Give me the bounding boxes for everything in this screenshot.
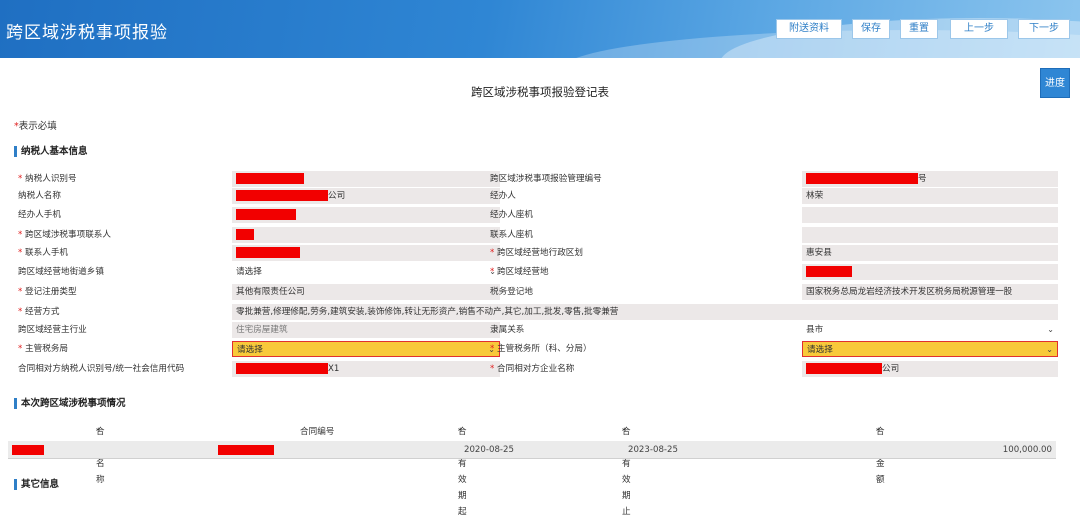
field-label: 经办人手机 [18, 210, 61, 220]
tax-registration-place-field[interactable]: 国家税务总局龙岩经济技术开发区税务局税源管理一股 [802, 284, 1058, 300]
form-row: * 跨区域涉税事项联系人 联系人座机 [14, 227, 1058, 243]
redaction [236, 209, 296, 220]
street-select[interactable]: 请选择 ⌄ [232, 264, 500, 280]
form-row: * 纳税人识别号 跨区域涉税事项报验管理编号 号 [14, 171, 1058, 187]
field-label: 经办人 [490, 191, 516, 201]
section-contract-info: 本次跨区域涉税事项情况 [14, 398, 126, 409]
header-bar: 跨区域涉税事项报验 附送资料 保存 重置 上一步 下一步 [0, 0, 1080, 58]
reset-button[interactable]: 重置 [900, 19, 938, 39]
field-label: * 跨区域经营地 [490, 267, 549, 277]
handler-mobile-field[interactable] [232, 207, 500, 223]
business-mode-field[interactable]: 零批兼营,修理修配,劳务,建筑安装,装饰修饰,转让无形资产,销售不动产,其它,加… [232, 304, 1058, 320]
contact-person-field[interactable] [232, 227, 500, 243]
form-row: * 登记注册类型 其他有限责任公司 税务登记地 国家税务总局龙岩经济技术开发区税… [14, 284, 1058, 300]
form-row: 合同相对方纳税人识别号/统一社会信用代码 X1 * 合同相对方企业名称 公司 [14, 361, 1058, 377]
form-row: 经办人手机 经办人座机 [14, 207, 1058, 223]
report-number-field[interactable]: 号 [802, 171, 1058, 187]
tax-bureau-select[interactable]: 请选择 ⌄ [232, 341, 500, 357]
redaction [236, 247, 300, 258]
redaction [236, 190, 328, 201]
field-label: * 主管税务局 [18, 344, 69, 354]
field-label: 税务登记地 [490, 287, 533, 297]
affiliation-select[interactable]: 县市 ⌄ [802, 322, 1058, 338]
counterparty-name-field[interactable]: 公司 [802, 361, 1058, 377]
attach-docs-button[interactable]: 附送资料 [776, 19, 842, 39]
counterparty-id-field[interactable]: X1 [232, 361, 500, 377]
contact-phone-field[interactable] [802, 227, 1058, 243]
table-row[interactable]: 2020-08-25 2023-08-25 100,000.00 [8, 441, 1056, 459]
redaction [236, 173, 304, 184]
redaction [236, 229, 254, 240]
app-title: 跨区域涉税事项报验 [6, 23, 168, 43]
field-label: * 登记注册类型 [18, 287, 77, 297]
field-label: * 跨区域涉税事项联系人 [18, 230, 111, 240]
contract-amount-cell: 100,000.00 [1002, 445, 1052, 455]
prev-step-button[interactable]: 上一步 [950, 19, 1008, 39]
main-industry-field[interactable]: 住宅房屋建筑 [232, 322, 500, 338]
required-note-text: 表示必填 [18, 121, 57, 132]
save-button[interactable]: 保存 [852, 19, 890, 39]
required-note: *表示必填 [14, 118, 57, 132]
next-step-button[interactable]: 下一步 [1018, 19, 1070, 39]
form-row: * 联系人手机 * 跨区域经营地行政区划 惠安县 [14, 245, 1058, 261]
taxpayer-id-field[interactable] [232, 171, 500, 187]
field-label: 合同相对方纳税人识别号/统一社会信用代码 [18, 364, 185, 374]
field-label: 跨区域经营主行业 [18, 325, 87, 335]
section-other-info: 其它信息 [14, 479, 59, 490]
handler-phone-field[interactable] [802, 207, 1058, 223]
contract-end-cell: 2023-08-25 [628, 445, 678, 455]
field-label: * 合同相对方企业名称 [490, 364, 575, 374]
contract-start-cell: 2020-08-25 [464, 445, 514, 455]
field-label: * 纳税人识别号 [18, 174, 77, 184]
contract-table-header: * 合同名称 合同编号 * 合同有效期起 * 合同有效期止 * 合同金额 [0, 424, 1060, 517]
business-location-field[interactable] [802, 264, 1058, 280]
tax-office-select[interactable]: 请选择 ⌄ [802, 341, 1058, 357]
redaction [806, 266, 852, 277]
form-title: 跨区域涉税事项报验登记表 [471, 85, 609, 99]
redaction [806, 173, 918, 184]
field-label: 跨区域涉税事项报验管理编号 [490, 174, 602, 184]
field-label: 纳税人名称 [18, 191, 61, 201]
column-header: 合同编号 [300, 427, 335, 437]
contact-mobile-field[interactable] [232, 245, 500, 261]
field-label: 隶属关系 [490, 325, 525, 335]
handler-field[interactable]: 林荣 [802, 188, 1058, 204]
form-row: * 经营方式 零批兼营,修理修配,劳务,建筑安装,装饰修饰,转让无形资产,销售不… [14, 304, 1058, 320]
field-label: * 跨区域经营地行政区划 [490, 248, 583, 258]
field-label: * 联系人手机 [18, 248, 69, 258]
form-row: 纳税人名称 公司 经办人 林荣 [14, 188, 1058, 204]
form-row: * 主管税务局 请选择 ⌄ * 主管税务所（科、分局） 请选择 ⌄ [14, 341, 1058, 357]
section-basic-info: 纳税人基本信息 [14, 146, 88, 157]
admin-region-field[interactable]: 惠安县 [802, 245, 1058, 261]
field-label: 联系人座机 [490, 230, 533, 240]
form-row: 跨区域经营地街道乡镇 请选择 ⌄ * 跨区域经营地 [14, 264, 1058, 280]
field-label: * 主管税务所（科、分局） [490, 344, 592, 354]
chevron-down-icon: ⌄ [1047, 325, 1054, 334]
redaction [236, 363, 328, 374]
redaction [806, 363, 882, 374]
chevron-down-icon: ⌄ [1046, 345, 1053, 354]
field-label: 跨区域经营地街道乡镇 [18, 267, 104, 277]
field-label: 经办人座机 [490, 210, 533, 220]
registration-type-field[interactable]: 其他有限责任公司 [232, 284, 500, 300]
field-label: * 经营方式 [18, 307, 60, 317]
form-row: 跨区域经营主行业 住宅房屋建筑 隶属关系 县市 ⌄ [14, 322, 1058, 338]
taxpayer-name-field[interactable]: 公司 [232, 188, 500, 204]
